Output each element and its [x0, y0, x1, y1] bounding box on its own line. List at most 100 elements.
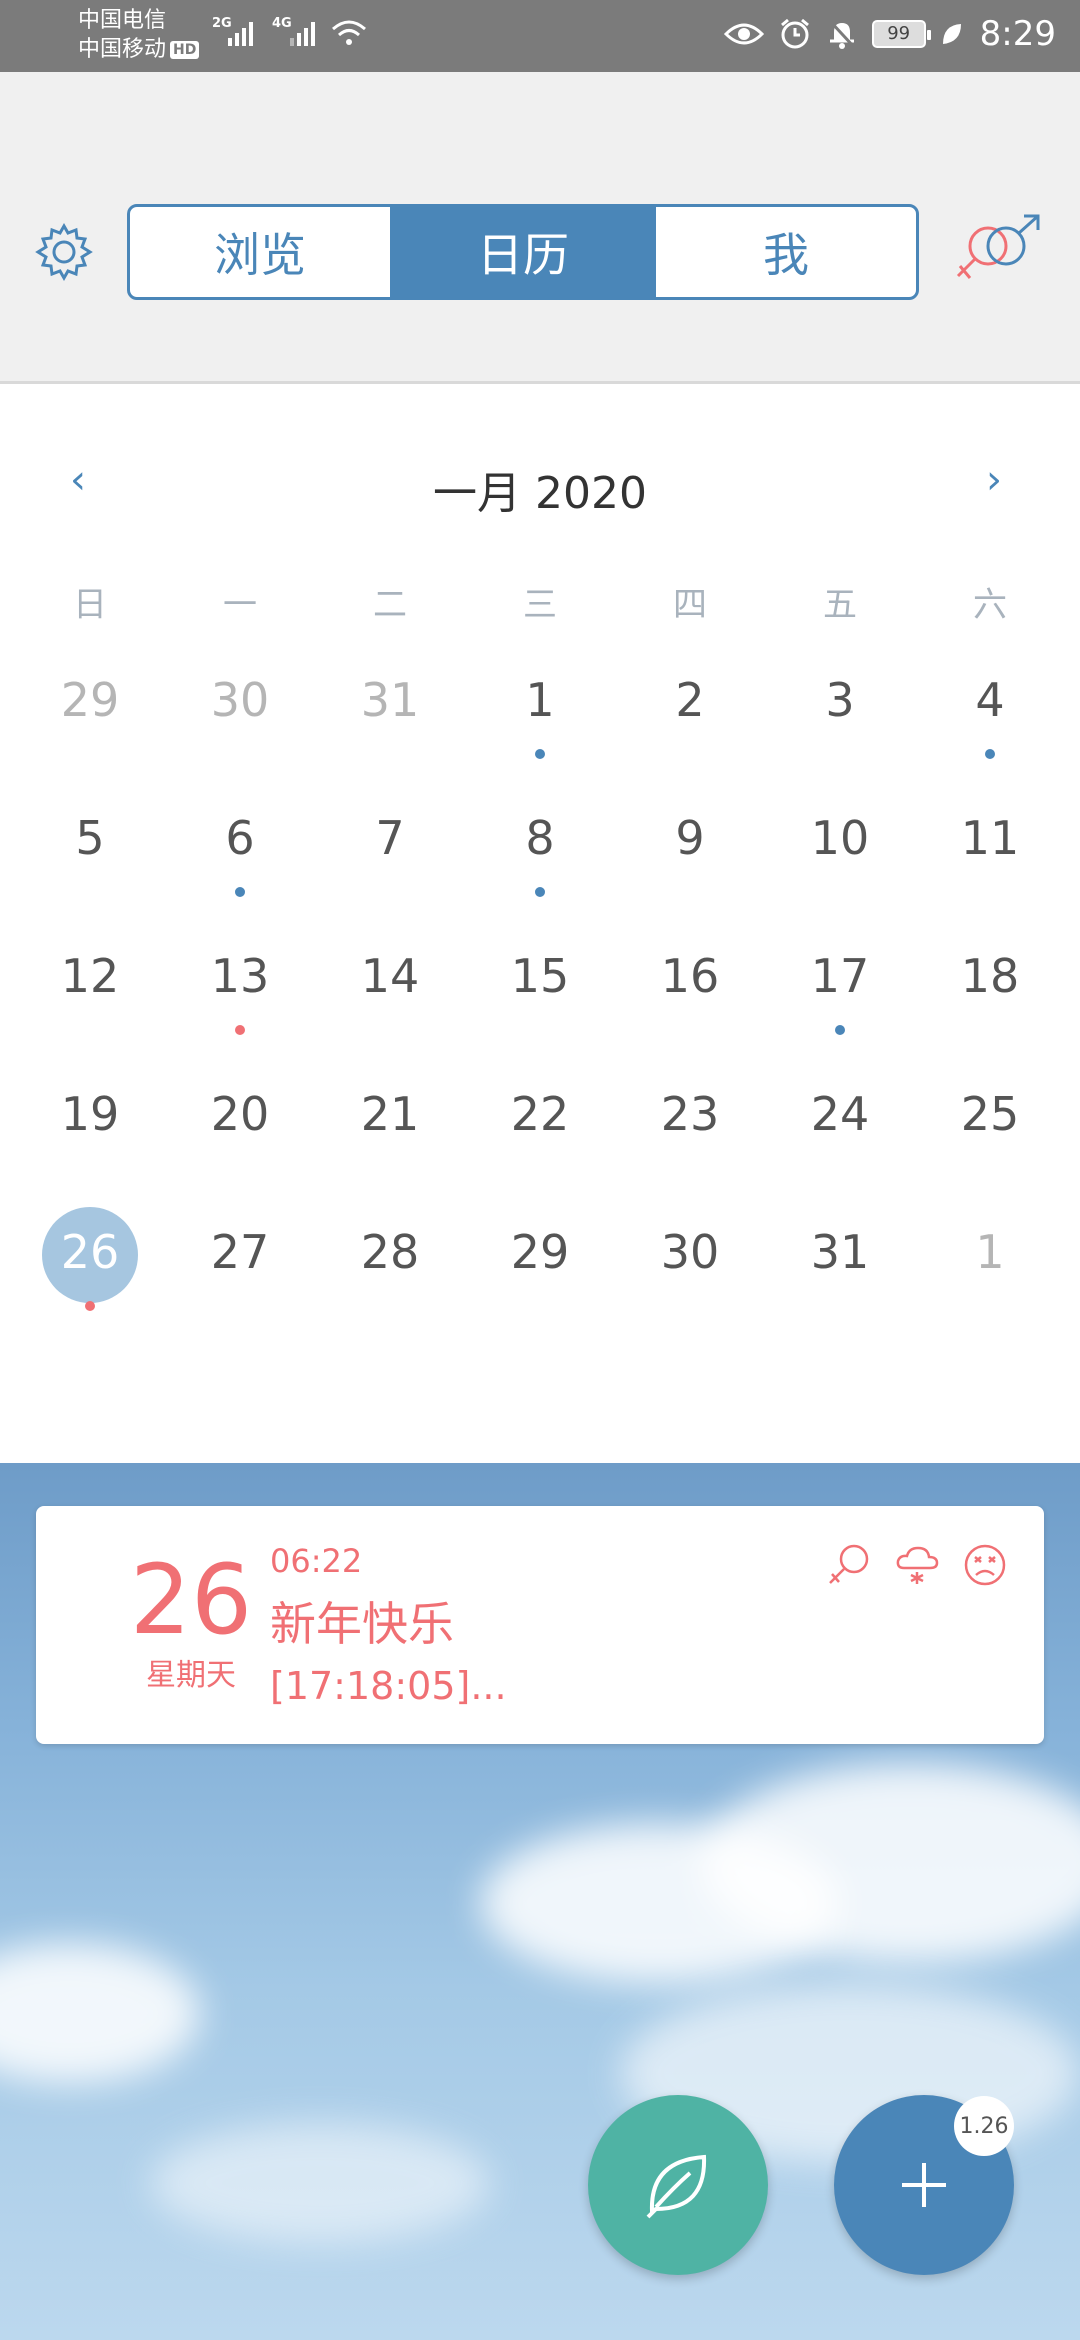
female-icon — [829, 1544, 869, 1584]
weekday-label: 三 — [523, 585, 557, 625]
calendar-day[interactable]: 17 — [765, 925, 915, 1063]
network-4g-label: 4G — [272, 16, 292, 31]
header: 浏览 日历 我 — [0, 72, 1080, 384]
wifi-icon — [332, 20, 366, 45]
calendar-day[interactable]: 25 — [915, 1063, 1065, 1201]
calendar-day[interactable]: 6 — [165, 787, 315, 925]
calendar-day[interactable]: 14 — [315, 925, 465, 1063]
calendar-day[interactable]: 18 — [915, 925, 1065, 1063]
calendar-day[interactable]: 22 — [465, 1063, 615, 1201]
mood-fab-button[interactable] — [588, 2095, 768, 2275]
calendar-day[interactable]: 7 — [315, 787, 465, 925]
tab-me[interactable]: 我 — [656, 207, 916, 297]
day-number: 16 — [660, 949, 720, 1003]
signal-icon — [228, 22, 253, 46]
calendar-day[interactable]: 1 — [465, 649, 615, 787]
event-time: 06:22 — [270, 1542, 363, 1580]
day-number: 27 — [210, 1225, 270, 1279]
day-number: 2 — [675, 673, 705, 727]
month-title: 一月 2020 — [433, 468, 647, 519]
day-number: 6 — [225, 811, 255, 865]
calendar-day[interactable]: 12 — [15, 925, 165, 1063]
carrier-1: 中国电信 — [78, 8, 167, 33]
calendar-day[interactable]: 31 — [315, 649, 465, 787]
calendar-day[interactable]: 24 — [765, 1063, 915, 1201]
tab-calendar[interactable]: 日历 — [393, 207, 656, 297]
leaf-icon — [646, 2154, 707, 2219]
fab-badge: 1.26 — [954, 2096, 1014, 2156]
day-number: 31 — [360, 673, 420, 727]
day-number: 9 — [675, 811, 705, 865]
hd-badge: HD — [170, 41, 200, 59]
sad-face-icon — [964, 1544, 1006, 1586]
calendar-day[interactable]: 30 — [165, 649, 315, 787]
day-number: 1 — [525, 673, 555, 727]
day-number: 8 — [525, 811, 555, 865]
calendar-day[interactable]: 27 — [165, 1201, 315, 1339]
day-number: 3 — [825, 673, 855, 727]
day-number: 4 — [975, 673, 1005, 727]
day-number: 20 — [210, 1087, 270, 1141]
calendar-day[interactable]: 23 — [615, 1063, 765, 1201]
event-dot — [235, 887, 245, 897]
eye-icon — [723, 23, 764, 45]
calendar-day[interactable]: 20 — [165, 1063, 315, 1201]
day-number: 21 — [360, 1087, 420, 1141]
calendar-day[interactable]: 5 — [15, 787, 165, 925]
weekday-label: 日 — [73, 585, 107, 625]
day-number: 19 — [60, 1087, 120, 1141]
calendar-day[interactable]: 19 — [15, 1063, 165, 1201]
clock: 8:29 — [979, 14, 1056, 54]
calendar-day[interactable]: 29 — [465, 1201, 615, 1339]
calendar-day[interactable]: 21 — [315, 1063, 465, 1201]
calendar-day[interactable]: 30 — [615, 1201, 765, 1339]
day-number: 7 — [375, 811, 405, 865]
calendar-day[interactable]: 1 — [915, 1201, 1065, 1339]
day-number: 5 — [75, 811, 105, 865]
calendar-day[interactable]: 10 — [765, 787, 915, 925]
event-dot — [985, 749, 995, 759]
weekday-label: 六 — [973, 585, 1007, 625]
calendar-day[interactable]: 4 — [915, 649, 1065, 787]
day-number: 15 — [510, 949, 570, 1003]
calendar-day[interactable]: 3 — [765, 649, 915, 787]
calendar-day[interactable]: 31 — [765, 1201, 915, 1339]
gender-icon[interactable] — [952, 214, 1044, 286]
calendar-day[interactable]: 28 — [315, 1201, 465, 1339]
view-switcher: 浏览 日历 我 — [127, 204, 919, 300]
event-icons — [826, 1542, 1008, 1588]
plus-icon — [902, 2163, 946, 2207]
day-number: 17 — [810, 949, 870, 1003]
next-month-button[interactable]: › — [986, 457, 1002, 503]
day-number: 13 — [210, 949, 270, 1003]
day-number: 26 — [60, 1225, 120, 1279]
alarm-icon — [780, 18, 809, 49]
day-number: 29 — [510, 1225, 570, 1279]
event-day: 26 — [129, 1544, 253, 1656]
battery-indicator: 99 — [871, 20, 931, 48]
carrier-info: 中国电信 中国移动 HD — [78, 6, 200, 64]
event-note: [17:18:05]... — [270, 1664, 507, 1708]
calendar-day[interactable]: 9 — [615, 787, 765, 925]
day-number: 29 — [60, 673, 120, 727]
event-title: 新年快乐 — [270, 1597, 454, 1651]
bell-off-icon — [828, 19, 855, 49]
signal-icon — [290, 22, 315, 46]
calendar-day[interactable]: 11 — [915, 787, 1065, 925]
calendar-day-today[interactable]: 26 — [15, 1201, 165, 1339]
event-card[interactable]: 26 星期天 06:22 新年快乐 [17:18:05]... — [36, 1506, 1044, 1744]
carrier-2: 中国移动 — [78, 37, 167, 62]
calendar-day[interactable]: 15 — [465, 925, 615, 1063]
calendar-day[interactable]: 13 — [165, 925, 315, 1063]
event-dot — [85, 1301, 95, 1311]
day-number: 30 — [660, 1225, 720, 1279]
calendar-day[interactable]: 8 — [465, 787, 615, 925]
leaf-icon — [942, 24, 961, 44]
weekday-label: 一 — [223, 585, 257, 625]
event-dot — [835, 1025, 845, 1035]
tab-browse[interactable]: 浏览 — [130, 207, 393, 297]
gear-icon[interactable] — [34, 222, 94, 282]
calendar-day[interactable]: 2 — [615, 649, 765, 787]
calendar-day[interactable]: 16 — [615, 925, 765, 1063]
calendar-day[interactable]: 29 — [15, 649, 165, 787]
